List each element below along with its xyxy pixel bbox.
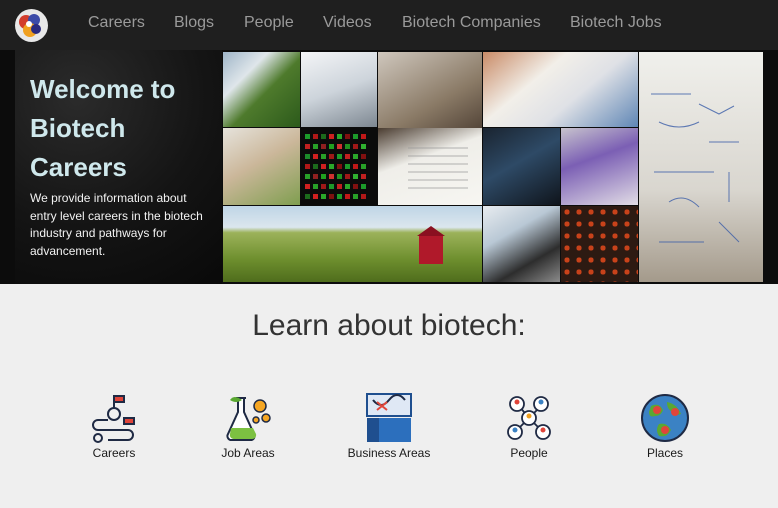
category-label: People [510, 446, 548, 460]
nav-careers[interactable]: Careers [88, 14, 145, 32]
photo-note-taking [223, 128, 300, 205]
category-careers[interactable]: Careers [84, 392, 144, 460]
category-label: Careers [92, 446, 136, 460]
photo-well-plate [561, 206, 638, 282]
career-path-icon [92, 395, 135, 443]
photo-lab-equipment [301, 52, 377, 127]
photo-algae-pond [223, 52, 300, 127]
lab-flask-icon [226, 397, 271, 442]
photo-microarray [301, 128, 377, 205]
photo-lab-team [483, 52, 638, 127]
nav-blogs[interactable]: Blogs [174, 14, 214, 32]
photo-scientist-poster [483, 206, 560, 282]
photo-lab-paperwork [378, 128, 482, 205]
category-label: Job Areas [221, 446, 275, 460]
photo-whiteboard [639, 52, 763, 282]
hero-description: We provide information about entry level… [30, 191, 203, 259]
site-logo-icon[interactable] [15, 9, 48, 42]
category-people[interactable]: People [499, 392, 559, 460]
hero-title-line: Biotech [30, 113, 126, 143]
hero-title-line: Careers [30, 152, 127, 182]
hero-title-line: Welcome to [30, 74, 176, 104]
nav-biotech-companies[interactable]: Biotech Companies [402, 14, 541, 32]
hero-text-panel: Welcome to Biotech Careers We provide in… [15, 50, 222, 284]
category-job-areas[interactable]: Job Areas [218, 392, 278, 460]
nav-people[interactable]: People [244, 14, 294, 32]
barn-shape [417, 226, 445, 264]
business-chart-icon [366, 393, 412, 442]
top-navbar: Careers Blogs People Videos Biotech Comp… [0, 0, 778, 50]
category-business-areas[interactable]: Business Areas [344, 392, 434, 460]
category-places[interactable]: Places [635, 392, 695, 460]
category-label: Places [646, 446, 684, 460]
nav-biotech-jobs[interactable]: Biotech Jobs [570, 14, 662, 32]
category-label: Business Areas [347, 446, 431, 460]
learn-heading: Learn about biotech: [252, 309, 526, 342]
globe-map-icon [641, 394, 689, 442]
nav-videos[interactable]: Videos [323, 14, 372, 32]
hero-title: Welcome to Biotech Careers [30, 70, 220, 187]
people-network-icon [507, 396, 551, 440]
photo-farm-field [223, 206, 482, 282]
photo-gloved-hands [561, 128, 638, 205]
photo-computer-workstation [483, 128, 560, 205]
hero-banner: Welcome to Biotech Careers We provide in… [0, 50, 778, 284]
